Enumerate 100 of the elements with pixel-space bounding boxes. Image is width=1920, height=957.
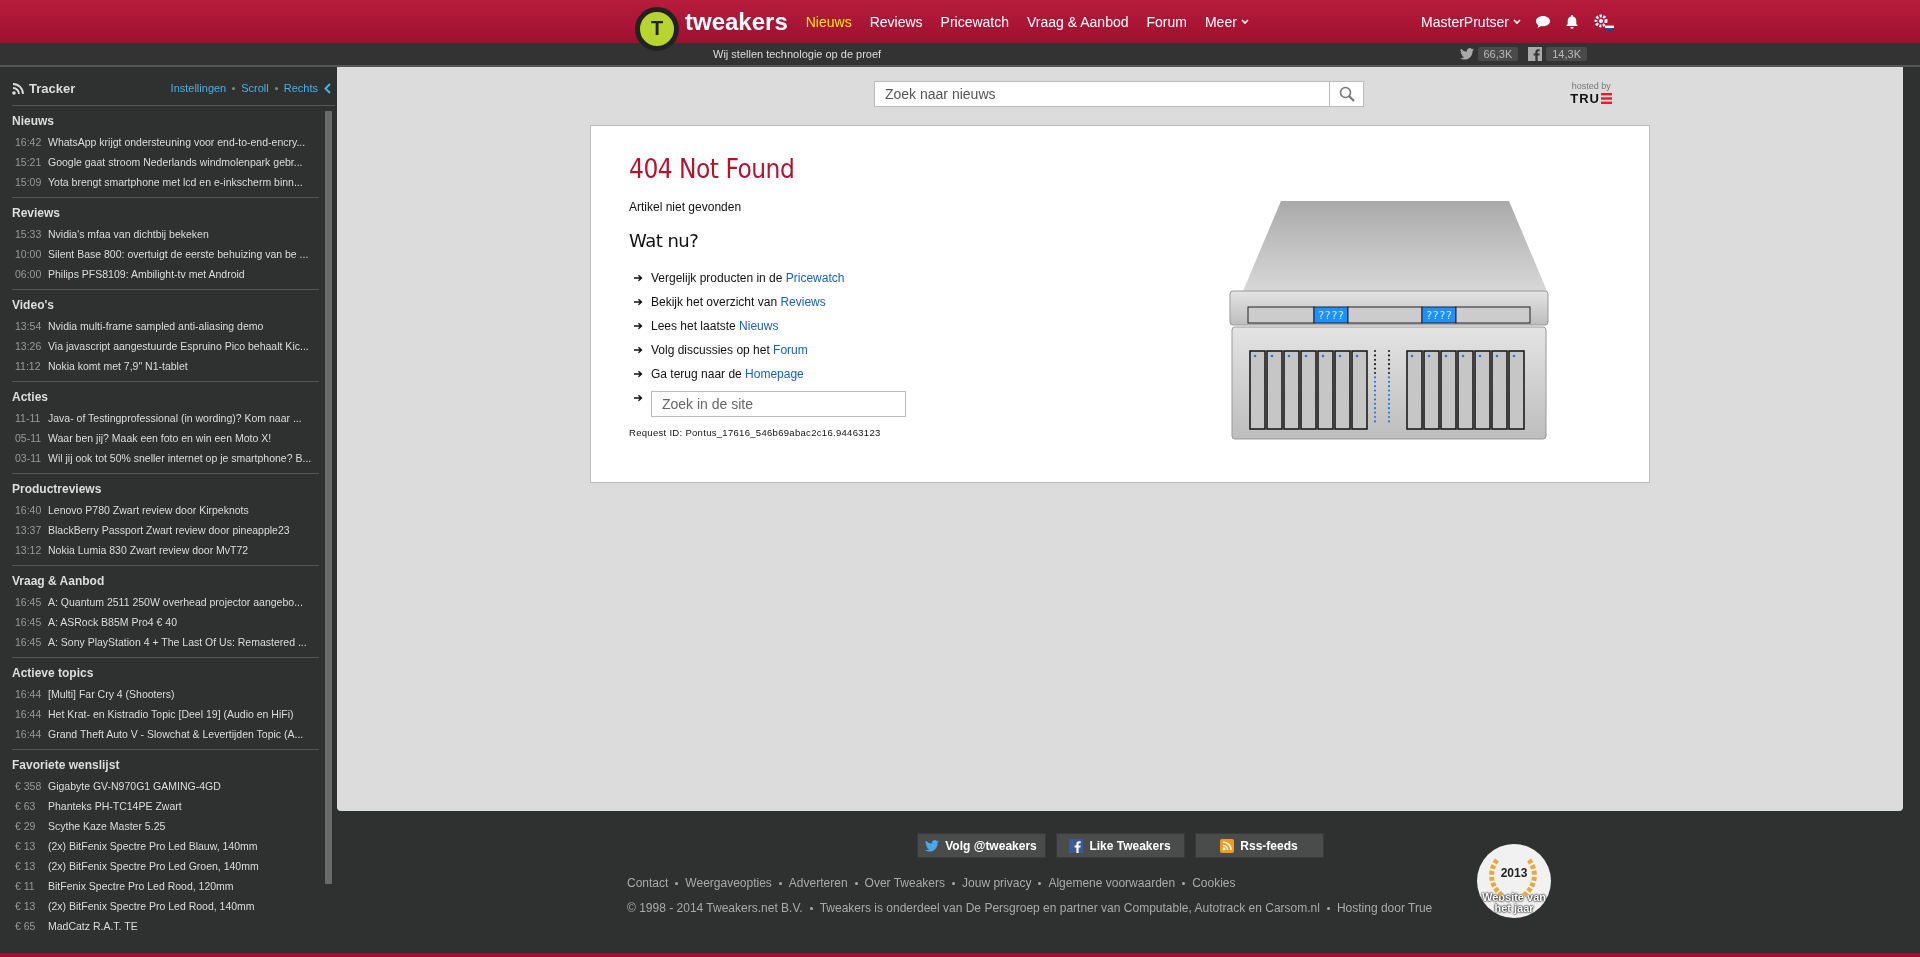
- tracker-item-link[interactable]: Waar ben jij? Maak een foto en win een Moto X!: [48, 432, 272, 444]
- suggestion-link[interactable]: Pricewatch: [785, 271, 845, 285]
- footer-link[interactable]: Weergaveopties: [685, 876, 772, 890]
- nav-tab[interactable]: Forum: [1146, 13, 1187, 30]
- nav-tab[interactable]: Meer: [1204, 13, 1249, 30]
- tracker-item-link[interactable]: (2x) BitFenix Spectre Pro Led Groen, 140mm: [48, 860, 259, 872]
- tracker-item-link[interactable]: Nvidia's mfaa van dichtbij bekeken: [48, 228, 209, 240]
- footer-link[interactable]: Over Tweakers: [864, 876, 946, 890]
- news-search-field[interactable]: Zoek naar nieuws: [874, 81, 1330, 107]
- tracker-item-link[interactable]: Nokia Lumia 830 Zwart review door MvT72: [48, 544, 249, 556]
- tracker-item-link[interactable]: WhatsApp krijgt ondersteuning voor end-to-end-encry...: [48, 136, 306, 148]
- tracker-item-link[interactable]: Silent Base 800: overtuigt de eerste behuizing van be ...: [48, 248, 309, 260]
- footer-link[interactable]: Contact: [627, 876, 669, 890]
- tracker-item-link[interactable]: Via javascript aangestuurde Espruino Pico behaalt Kic...: [48, 340, 309, 352]
- footer-link[interactable]: Cookies: [1192, 876, 1236, 890]
- tracker-item-meta: € 65: [14, 920, 37, 932]
- tracker-section-title: Reviews: [12, 205, 62, 222]
- tracker-item-link[interactable]: (2x) BitFenix Spectre Pro Led Rood, 140mm: [48, 900, 255, 912]
- tracker-item-meta: € 13: [14, 840, 37, 852]
- footer-link[interactable]: Algemene voorwaarden: [1048, 876, 1176, 890]
- arrow-right-icon: [634, 274, 643, 282]
- social-button[interactable]: Volg @tweakers: [916, 833, 1046, 858]
- tracker-item-link[interactable]: [Multi] Far Cry 4 (Shooters): [48, 688, 175, 700]
- tracker-item-link[interactable]: Lenovo P780 Zwart review door Kirpeknots: [48, 504, 249, 516]
- tracker-item-link[interactable]: MadCatz R.A.T. TE: [48, 920, 138, 932]
- host-logo-text[interactable]: TRU: [1570, 91, 1600, 106]
- tracker-item-link[interactable]: Yota brengt smartphone met lcd en e-inkscherm binn...: [48, 176, 303, 188]
- tracker-item-meta: € 358: [14, 780, 43, 792]
- facebook-icon[interactable]: [1528, 47, 1543, 61]
- stacked-bars-icon: [1601, 93, 1612, 104]
- hosted-by-label: hosted by: [1571, 81, 1611, 91]
- logo-badge-icon[interactable]: T: [635, 6, 679, 51]
- collapse-chevron-icon[interactable]: [324, 82, 331, 94]
- tracker-item-link[interactable]: A: Quantum 2511 250W overhead projector aangebo...: [48, 596, 303, 608]
- tracker-item-meta: € 29: [14, 820, 37, 832]
- suggestion-link[interactable]: Nieuws: [739, 319, 779, 333]
- tracker-item-link[interactable]: Phanteks PH-TC14PE Zwart: [48, 800, 182, 812]
- site-search-field[interactable]: Zoek in de site: [651, 391, 906, 417]
- settings-icon[interactable]: [1593, 12, 1615, 31]
- request-id: Request ID: Pontus_17616_546b69abac2c16.94463123: [629, 427, 882, 438]
- search-button[interactable]: [1330, 81, 1364, 107]
- suggestion-text: Volg discussies op het Forum: [651, 343, 808, 357]
- tracker-link[interactable]: Rechts: [283, 82, 318, 94]
- tracker-item-link[interactable]: Nvidia multi-frame sampled anti-aliasing demo: [48, 320, 264, 332]
- tracker-item-link[interactable]: A: ASRock B85M Pro4 € 40: [48, 616, 177, 628]
- tracker-item-link[interactable]: Wil jij ook tot 50% sneller internet op je smartphone? B...: [48, 452, 312, 464]
- tagline: Wij stellen technologie op de proef: [713, 48, 882, 60]
- tracker-item-link[interactable]: Scythe Kaze Master 5.25: [48, 820, 166, 832]
- logo-text[interactable]: tweakers: [685, 7, 788, 36]
- rss-feed-icon: [1220, 838, 1235, 853]
- footer-credit: Hosting door True: [1336, 901, 1433, 915]
- tracker-item-link[interactable]: (2x) BitFenix Spectre Pro Led Blauw, 140mm: [48, 840, 258, 852]
- chat-bubble-icon[interactable]: [1535, 14, 1551, 29]
- arrow-right-icon: [634, 298, 643, 306]
- tracker-item-meta: 15:21: [14, 156, 43, 168]
- social-button[interactable]: Like Tweakers: [1055, 833, 1185, 858]
- tracker-item-link[interactable]: Java- of Testingprofessional (in wording)? Kom naar ...: [48, 412, 302, 424]
- tracker-item-link[interactable]: Google gaat stroom Nederlands windmolenpark gebr...: [48, 156, 303, 168]
- tracker-item-link[interactable]: Philips PFS8109: Ambilight-tv met Android: [48, 268, 245, 280]
- tracker-item-meta: 16:42: [14, 136, 43, 148]
- footer-link[interactable]: Jouw privacy: [962, 876, 1032, 890]
- tracker-item-link[interactable]: Grand Theft Auto V - Slowchat & Levertijden Topic (A...: [48, 728, 304, 740]
- suggestion-link[interactable]: Forum: [773, 343, 808, 357]
- tracker-item-link[interactable]: A: Sony PlayStation 4 + The Last Of Us: Remastered ...: [48, 636, 307, 648]
- footer-credit: © 1998 - 2014 Tweakers.net B.V.: [627, 901, 803, 915]
- tracker-item-meta: 13:54: [14, 320, 43, 332]
- facebook-count: 14,3K: [1546, 47, 1587, 61]
- tracker-item-meta: 16:40: [14, 504, 43, 516]
- facebook-icon: [1069, 838, 1084, 853]
- scroll-bar[interactable]: [325, 111, 332, 884]
- tracker-item-meta: € 63: [14, 800, 37, 812]
- footer-link[interactable]: Adverteren: [788, 876, 848, 890]
- tracker-item-meta: 10:00: [14, 248, 43, 260]
- tracker-item-link[interactable]: BlackBerry Passport Zwart review door pineapple23: [48, 524, 290, 536]
- tracker-item-link[interactable]: Nokia komt met 7,9" N1-tablet: [48, 360, 188, 372]
- suggestion-link[interactable]: Homepage: [745, 367, 804, 381]
- nav-tab[interactable]: Nieuws: [805, 13, 852, 30]
- tracker-item-meta: 16:45: [14, 596, 43, 608]
- tracker-item-meta: 16:44: [14, 728, 43, 740]
- error-subtitle: Artikel niet gevonden: [629, 200, 743, 214]
- tracker-item-link[interactable]: BitFenix Spectre Pro Led Rood, 120mm: [48, 880, 234, 892]
- tracker-item-meta: 16:44: [14, 708, 43, 720]
- twitter-count: 66,3K: [1477, 47, 1519, 61]
- bell-icon[interactable]: [1565, 14, 1579, 29]
- social-button[interactable]: Rss-feeds: [1194, 833, 1324, 858]
- tracker-item-meta: € 11: [14, 880, 36, 892]
- suggestion-link[interactable]: Reviews: [780, 295, 826, 309]
- caret-icon: [1513, 18, 1521, 25]
- nav-tab[interactable]: Pricewatch: [940, 13, 1010, 30]
- tracker-item-meta: 03-11: [14, 452, 43, 464]
- tracker-item-link[interactable]: Gigabyte GV-N970G1 GAMING-4GD: [48, 780, 221, 792]
- nav-tab[interactable]: Vraag & Aanbod: [1027, 13, 1129, 30]
- tracker-item-link[interactable]: Het Krat- en Kistradio Topic [Deel 19] (Audio en HiFi): [48, 708, 294, 720]
- twitter-bird-icon[interactable]: [1459, 48, 1474, 60]
- tracker-link[interactable]: Scroll: [241, 82, 269, 94]
- suggestion-text: Lees het laatste Nieuws: [651, 319, 779, 333]
- user-menu[interactable]: MasterPrutser: [1421, 13, 1521, 30]
- tracker-section-title: Vraag & Aanbod: [12, 573, 106, 590]
- nav-tab[interactable]: Reviews: [869, 13, 923, 30]
- tracker-link[interactable]: Instellingen: [170, 82, 227, 94]
